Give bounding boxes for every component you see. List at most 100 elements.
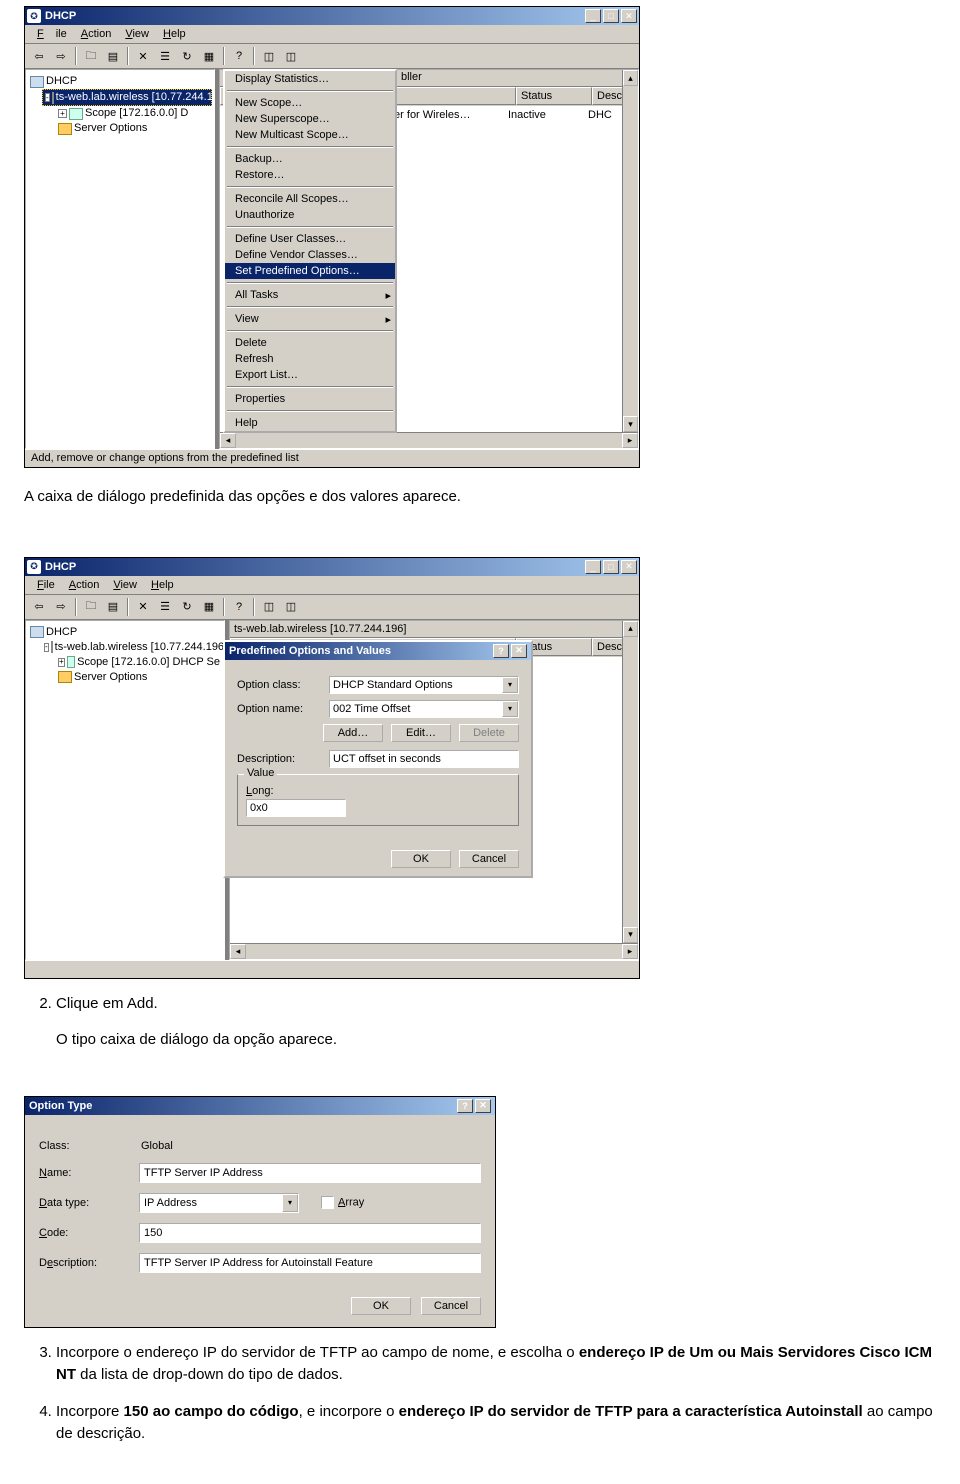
show-button[interactable]: ▤ <box>103 46 123 66</box>
menu-item[interactable]: Backup… <box>225 151 395 167</box>
close-button[interactable]: ✕ <box>511 644 527 658</box>
scroll-up-icon[interactable]: ▴ <box>623 621 638 637</box>
menu-help[interactable]: Help <box>145 578 180 592</box>
menubar[interactable]: File Action View Help <box>25 576 639 595</box>
menu-action[interactable]: Action <box>75 27 118 41</box>
forward-button[interactable]: ⇨ <box>51 46 71 66</box>
menu-view[interactable]: View <box>107 578 143 592</box>
description-input[interactable]: TFTP Server IP Address for Autoinstall F… <box>139 1253 481 1273</box>
scroll-down-icon[interactable]: ▾ <box>623 416 638 432</box>
option-name-select[interactable]: 002 Time Offset▾ <box>329 700 519 718</box>
menu-item[interactable]: Set Predefined Options… <box>225 263 395 279</box>
expand-icon[interactable]: + <box>58 109 67 118</box>
menu-item[interactable]: All Tasks <box>225 287 395 303</box>
menu-item[interactable]: Define User Classes… <box>225 231 395 247</box>
menu-item[interactable]: Reconcile All Scopes… <box>225 191 395 207</box>
tree-scope[interactable]: +Scope [172.16.0.0] DHCP Se <box>56 655 222 670</box>
menu-item[interactable]: Restore… <box>225 167 395 183</box>
array-checkbox[interactable]: Array <box>321 1196 364 1209</box>
menu-item[interactable]: Refresh <box>225 351 395 367</box>
titlebar[interactable]: ✪ DHCP _ □ ✕ <box>25 7 639 25</box>
menu-item[interactable]: Export List… <box>225 367 395 383</box>
up-button[interactable]: 🗀 <box>81 597 101 617</box>
name-input[interactable]: TFTP Server IP Address <box>139 1163 481 1183</box>
properties-button[interactable]: ☰ <box>155 597 175 617</box>
code-input[interactable]: 150 <box>139 1223 481 1243</box>
menu-file[interactable]: File <box>31 578 61 592</box>
description-input[interactable]: UCT offset in seconds <box>329 750 519 768</box>
collapse-icon[interactable]: - <box>45 93 50 102</box>
tree-root[interactable]: DHCP <box>28 625 222 640</box>
forward-button[interactable]: ⇨ <box>51 597 71 617</box>
edit-button[interactable]: Edit… <box>391 724 451 742</box>
h-scrollbar[interactable]: ◂▸ <box>220 432 638 448</box>
checkbox-icon[interactable] <box>321 1196 334 1209</box>
menu-item[interactable]: Unauthorize <box>225 207 395 223</box>
ok-button[interactable]: OK <box>351 1297 411 1315</box>
close-button[interactable]: ✕ <box>475 1099 491 1113</box>
help-button[interactable]: ? <box>229 597 249 617</box>
scroll-left-icon[interactable]: ◂ <box>220 433 236 448</box>
option-class-select[interactable]: DHCP Standard Options▾ <box>329 676 519 694</box>
menu-view[interactable]: View <box>119 27 155 41</box>
close-button[interactable]: ✕ <box>621 560 637 574</box>
scroll-right-icon[interactable]: ▸ <box>622 944 638 959</box>
menu-item[interactable]: View <box>225 311 395 327</box>
collapse-icon[interactable]: - <box>44 643 49 652</box>
v-scrollbar[interactable]: ▴▾ <box>622 70 638 432</box>
context-menu[interactable]: Display Statistics…New Scope…New Supersc… <box>223 69 397 433</box>
menu-item[interactable]: Display Statistics… <box>225 71 395 87</box>
add-button[interactable]: Add… <box>323 724 383 742</box>
scroll-right-icon[interactable]: ▸ <box>622 433 638 448</box>
cancel-button[interactable]: Cancel <box>459 850 519 868</box>
menu-file[interactable]: File <box>31 27 73 41</box>
refresh-button[interactable]: ↻ <box>177 46 197 66</box>
tree-server[interactable]: -ts-web.lab.wireless [10.77.244.196] <box>42 640 222 655</box>
chevron-down-icon[interactable]: ▾ <box>502 677 518 693</box>
expand-icon[interactable]: + <box>58 658 65 667</box>
chevron-down-icon[interactable]: ▾ <box>282 1194 298 1212</box>
help-button[interactable]: ? <box>493 644 509 658</box>
scroll-down-icon[interactable]: ▾ <box>623 927 638 943</box>
tree-server-options[interactable]: Server Options <box>56 670 222 685</box>
tree-server-options[interactable]: Server Options <box>56 121 212 136</box>
h-scrollbar[interactable]: ◂▸ <box>230 943 638 959</box>
tree-server[interactable]: -ts-web.lab.wireless [10.77.244.196] <box>42 89 212 106</box>
export-button[interactable]: ▦ <box>199 46 219 66</box>
delete-button[interactable]: ✕ <box>133 46 153 66</box>
maximize-button[interactable]: □ <box>603 560 619 574</box>
menu-action[interactable]: Action <box>63 578 106 592</box>
minimize-button[interactable]: _ <box>585 9 601 23</box>
back-button[interactable]: ⇦ <box>29 597 49 617</box>
refresh-button[interactable]: ↻ <box>177 597 197 617</box>
menu-help[interactable]: Help <box>157 27 192 41</box>
tree-pane[interactable]: DHCP -ts-web.lab.wireless [10.77.244.196… <box>25 69 215 449</box>
delete-button[interactable]: Delete <box>459 724 519 742</box>
help-button[interactable]: ? <box>457 1099 473 1113</box>
properties-button[interactable]: ☰ <box>155 46 175 66</box>
v-scrollbar[interactable]: ▴▾ <box>622 621 638 943</box>
dialog-titlebar[interactable]: Predefined Options and Values ? ✕ <box>225 642 531 660</box>
cancel-button[interactable]: Cancel <box>421 1297 481 1315</box>
two-pane-icon[interactable]: ◫ <box>259 46 279 66</box>
export-button[interactable]: ▦ <box>199 597 219 617</box>
help-button[interactable]: ? <box>229 46 249 66</box>
two-pane-icon-2[interactable]: ◫ <box>281 46 301 66</box>
close-button[interactable]: ✕ <box>621 9 637 23</box>
chevron-down-icon[interactable]: ▾ <box>502 701 518 717</box>
tree-root[interactable]: DHCP <box>28 74 212 89</box>
menubar[interactable]: File Action View Help <box>25 25 639 44</box>
delete-button[interactable]: ✕ <box>133 597 153 617</box>
menu-item[interactable]: Help <box>225 415 395 431</box>
up-button[interactable]: 🗀 <box>81 46 101 66</box>
tree-pane[interactable]: DHCP -ts-web.lab.wireless [10.77.244.196… <box>25 620 225 960</box>
long-input[interactable]: 0x0 <box>246 799 346 817</box>
menu-item[interactable]: Delete <box>225 335 395 351</box>
data-type-select[interactable]: IP Address▾ <box>139 1193 299 1213</box>
menu-item[interactable]: Define Vendor Classes… <box>225 247 395 263</box>
col-status[interactable]: Status <box>516 87 592 105</box>
maximize-button[interactable]: □ <box>603 9 619 23</box>
minimize-button[interactable]: _ <box>585 560 601 574</box>
back-button[interactable]: ⇦ <box>29 46 49 66</box>
menu-item[interactable]: New Multicast Scope… <box>225 127 395 143</box>
